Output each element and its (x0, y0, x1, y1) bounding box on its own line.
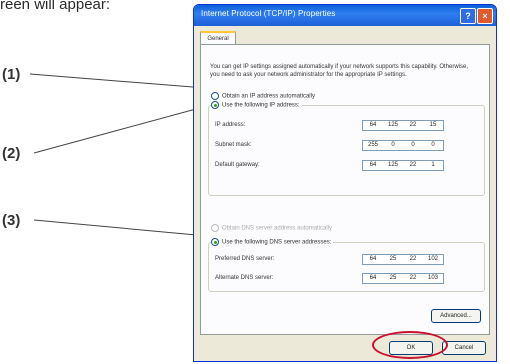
radio-obtain-ip-auto[interactable]: Obtain an IP address automatically (211, 92, 315, 100)
octet: 102 (427, 256, 438, 262)
subnet-mask-field[interactable]: 255 0 0 0 (362, 140, 444, 151)
tcpip-properties-dialog: Internet Protocol (TCP/IP) Properties ? … (193, 4, 497, 362)
octet: 255 (367, 142, 378, 148)
octet: 22 (409, 162, 417, 168)
radio-icon (211, 238, 219, 246)
radio-icon (211, 101, 219, 109)
leader-line-2 (33, 102, 219, 154)
preferred-dns-label: Preferred DNS server: (215, 256, 275, 262)
octet: 0 (391, 142, 395, 148)
ip-address-field[interactable]: 64 125 22 15 (362, 120, 444, 131)
default-gateway-field[interactable]: 64 125 22 1 (362, 160, 444, 171)
description-text: You can get IP settings assigned automat… (210, 64, 469, 78)
octet: 15 (429, 122, 437, 128)
octet: 64 (369, 162, 377, 168)
octet: 64 (369, 256, 377, 262)
ip-address-label: IP address: (215, 122, 246, 128)
callout-2: (2) (2, 145, 21, 162)
radio-label: Obtain DNS server address automatically (222, 225, 333, 232)
octet: 64 (369, 122, 377, 128)
octet: 0 (411, 142, 415, 148)
radio-label: Use the following IP address: (222, 102, 300, 109)
ok-highlight-ring (372, 331, 448, 359)
octet: 0 (431, 142, 435, 148)
leader-line-1 (29, 73, 219, 90)
octet: 125 (387, 122, 398, 128)
radio-label: Obtain an IP address automatically (222, 93, 315, 100)
octet: 22 (409, 275, 417, 281)
callout-3: (3) (2, 212, 21, 229)
dns-group (208, 242, 485, 292)
dialog-title: Internet Protocol (TCP/IP) Properties (201, 9, 336, 18)
tab-general[interactable]: General (200, 31, 236, 45)
default-gateway-label: Default gateway: (215, 162, 260, 168)
radio-icon (211, 92, 219, 100)
octet: 25 (389, 256, 397, 262)
alternate-dns-field[interactable]: 64 25 22 103 (362, 273, 444, 284)
radio-use-dns[interactable]: Use the following DNS server addresses: (211, 238, 334, 246)
octet: 64 (369, 275, 377, 281)
octet: 22 (409, 256, 417, 262)
radio-icon (211, 224, 219, 232)
advanced-button[interactable]: Advanced... (431, 309, 481, 323)
octet: 125 (387, 162, 398, 168)
preferred-dns-field[interactable]: 64 25 22 102 (362, 254, 444, 265)
octet: 25 (389, 275, 397, 281)
close-icon[interactable]: × (477, 8, 493, 24)
general-panel: You can get IP settings assigned automat… (200, 44, 490, 335)
octet: 103 (427, 275, 438, 281)
radio-use-ip[interactable]: Use the following IP address: (211, 101, 302, 109)
help-icon[interactable]: ? (460, 8, 476, 24)
radio-label: Use the following DNS server addresses: (222, 239, 332, 246)
octet: 22 (409, 122, 417, 128)
cancel-button[interactable]: Cancel (442, 341, 486, 355)
alternate-dns-label: Alternate DNS server: (215, 275, 274, 281)
radio-obtain-dns-auto[interactable]: Obtain DNS server address automatically (211, 224, 332, 232)
octet: 1 (431, 162, 435, 168)
leader-line-3 (33, 219, 219, 238)
subnet-mask-label: Subnet mask: (215, 142, 252, 148)
title-bar: Internet Protocol (TCP/IP) Properties ? … (194, 5, 496, 26)
callout-1: (1) (2, 66, 21, 83)
